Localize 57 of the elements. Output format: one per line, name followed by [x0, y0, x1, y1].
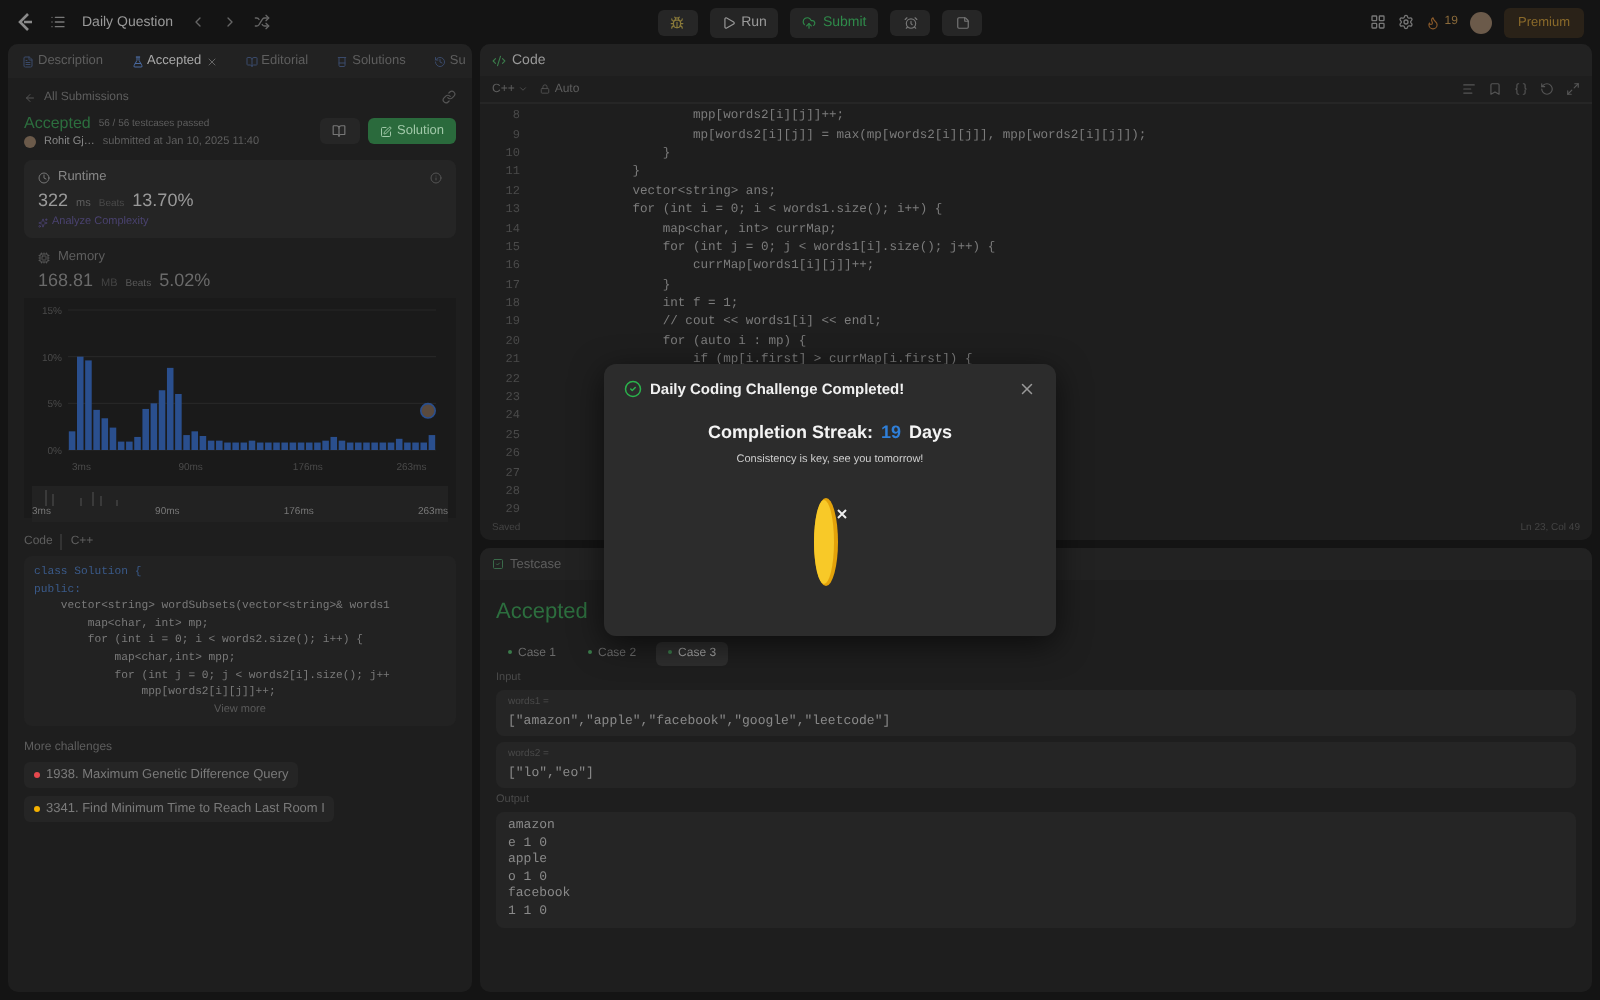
memory-beats: 5.02%: [159, 270, 211, 290]
bug-icon: [670, 15, 685, 29]
avatar-marker-icon: [420, 402, 436, 419]
chip-icon: [38, 251, 50, 263]
play-icon: [721, 15, 736, 29]
tab-icon: [433, 55, 446, 67]
info-icon[interactable]: [430, 171, 442, 183]
debug-button[interactable]: [657, 9, 698, 35]
memory-value: 168.81: [38, 270, 94, 290]
test-status: Accepted: [496, 600, 590, 624]
grid-icon[interactable]: [1370, 14, 1387, 30]
alarm-clock-icon: [903, 15, 918, 29]
tab-icon: [336, 55, 349, 67]
status-dot-icon: [588, 650, 593, 655]
status-dot-icon: [668, 650, 673, 655]
clock-icon: [38, 171, 50, 183]
sparkle-icon: [38, 217, 48, 227]
braces-icon[interactable]: [1514, 82, 1528, 96]
overview-sparkline-drawing: [44, 490, 120, 506]
back-arrow-icon[interactable]: [24, 91, 36, 103]
link-icon[interactable]: [442, 90, 456, 104]
note-icon: [955, 15, 970, 29]
check-circle-icon: [624, 380, 642, 398]
settings-icon[interactable]: [1398, 14, 1415, 30]
code-icon: [492, 53, 506, 67]
flame-icon: [1426, 15, 1441, 29]
tab-icon: [245, 55, 258, 67]
close-icon: [1018, 380, 1036, 398]
notes-button[interactable]: [942, 9, 983, 35]
close-icon[interactable]: [205, 55, 218, 67]
runtime-beats: 13.70%: [132, 190, 194, 210]
notebook-button[interactable]: [319, 118, 359, 144]
expand-icon[interactable]: [1566, 82, 1580, 96]
reset-icon[interactable]: [1540, 82, 1554, 96]
list-icon[interactable]: [50, 14, 66, 30]
chevron-down-icon: [518, 84, 529, 94]
shuffle-icon[interactable]: [253, 14, 270, 30]
user-avatar: [24, 136, 36, 148]
edit-icon: [379, 125, 391, 137]
submission-status: Accepted: [24, 114, 91, 132]
avatar[interactable]: [1469, 11, 1492, 33]
tab-icon: [131, 55, 144, 67]
lock-icon: [540, 84, 551, 94]
runtime-value: 322: [38, 190, 69, 210]
streak-count: 19: [880, 422, 901, 442]
upload-icon: [802, 15, 817, 29]
streak-unit: Days: [909, 422, 953, 442]
format-icon[interactable]: [1462, 82, 1476, 96]
close-button[interactable]: [1018, 380, 1036, 398]
checkbox-icon: [492, 558, 504, 570]
book-icon: [332, 124, 346, 138]
bookmark-icon[interactable]: [1488, 82, 1502, 96]
coin-drawing: [810, 494, 850, 590]
logo-icon[interactable]: [16, 12, 34, 32]
streak-label: Completion Streak:: [707, 422, 873, 442]
timer-button[interactable]: [890, 9, 931, 35]
tab-icon: [22, 55, 34, 67]
